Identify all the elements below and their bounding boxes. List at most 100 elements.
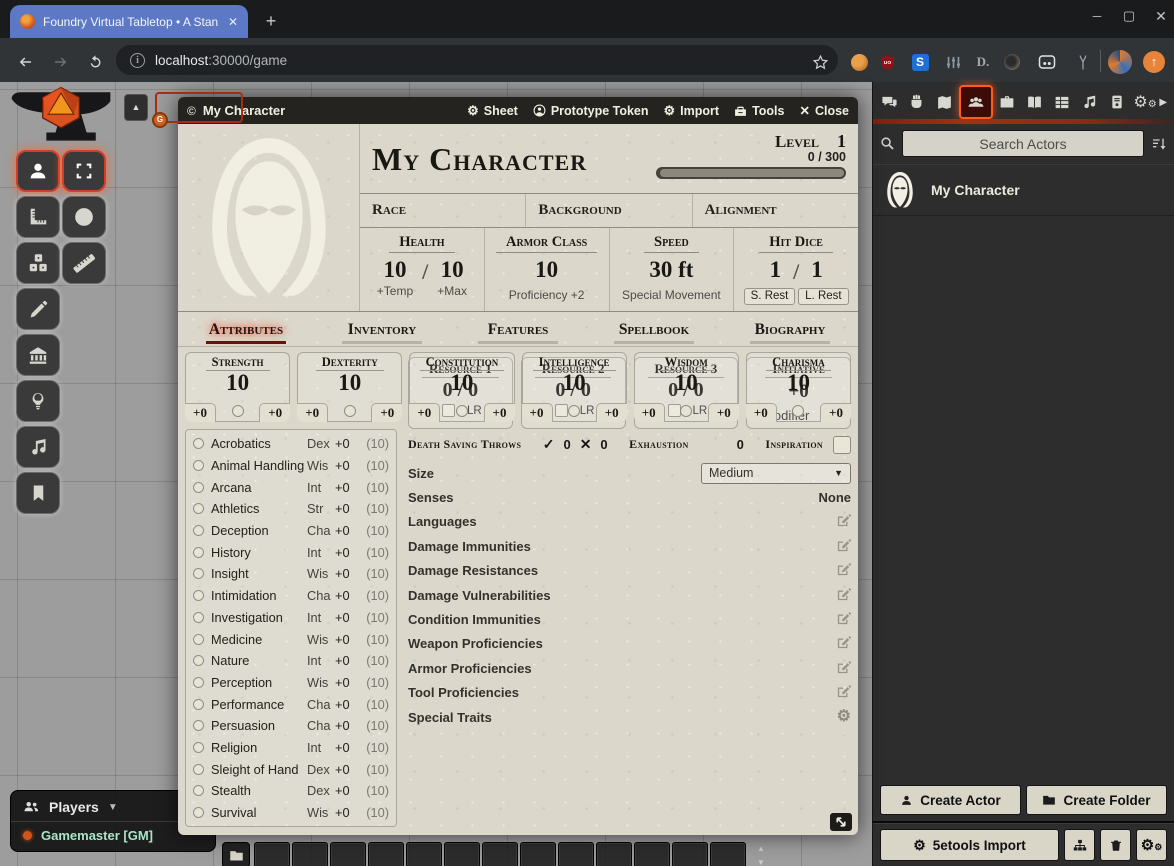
- sliders-extension-icon[interactable]: [941, 50, 965, 74]
- site-info-icon[interactable]: i: [130, 53, 145, 68]
- skill-row[interactable]: Performance Cha +0 (10): [193, 693, 389, 715]
- skill-row[interactable]: Athletics Str +0 (10): [193, 498, 389, 520]
- edit-icon[interactable]: [837, 660, 851, 677]
- macro-slot[interactable]: [634, 842, 670, 866]
- cookie-extension-icon[interactable]: [847, 50, 871, 74]
- tab-inventory[interactable]: Inventory: [314, 321, 450, 346]
- skill-proficiency-radio[interactable]: [193, 634, 204, 645]
- hp-max[interactable]: 10: [437, 257, 467, 283]
- skill-proficiency-radio[interactable]: [193, 590, 204, 601]
- tab-compendium[interactable]: [1104, 86, 1131, 118]
- tab-biography[interactable]: Biography: [722, 321, 858, 346]
- skill-row[interactable]: Acrobatics Dex +0 (10): [193, 433, 389, 455]
- skill-name[interactable]: Religion: [211, 740, 307, 755]
- skill-proficiency-radio[interactable]: [193, 807, 204, 818]
- macro-slot[interactable]: [520, 842, 556, 866]
- ability-score[interactable]: 10: [523, 371, 626, 395]
- skill-proficiency-radio[interactable]: [193, 720, 204, 731]
- armor-class-block[interactable]: Armor Class 10 Proficiency +2: [485, 228, 610, 311]
- d-extension-icon[interactable]: D.: [971, 50, 995, 74]
- select-tool-button[interactable]: [62, 150, 106, 192]
- death-fail-icon[interactable]: ✕: [580, 436, 592, 453]
- hp-current[interactable]: 10: [377, 257, 413, 283]
- save-proficiency-radio[interactable]: [680, 405, 692, 417]
- skill-proficiency-radio[interactable]: [193, 547, 204, 558]
- save-proficiency-radio[interactable]: [792, 405, 804, 417]
- skill-name[interactable]: Stealth: [211, 783, 307, 798]
- back-button[interactable]: [12, 49, 38, 75]
- tiles-controls-button[interactable]: [16, 242, 60, 284]
- ability-save[interactable]: +0: [371, 403, 402, 422]
- macro-folder-button[interactable]: [222, 842, 250, 866]
- update-browser-icon[interactable]: ↑: [1142, 50, 1166, 74]
- skill-proficiency-radio[interactable]: [193, 764, 204, 775]
- long-rest-button[interactable]: L. Rest: [798, 288, 848, 305]
- ability-save[interactable]: +0: [596, 403, 627, 422]
- create-actor-button[interactable]: Create Actor: [880, 785, 1021, 815]
- walls-controls-button[interactable]: [16, 334, 60, 376]
- ability-block[interactable]: Dexterity 10 +0 +0: [297, 352, 402, 422]
- window-maximize-button[interactable]: ▢: [1114, 2, 1144, 30]
- skill-row[interactable]: Insight Wis +0 (10): [193, 563, 389, 585]
- ability-mod[interactable]: +0: [522, 403, 553, 422]
- tab-chat[interactable]: [876, 86, 903, 118]
- skill-row[interactable]: Animal Handling Wis +0 (10): [193, 455, 389, 477]
- skill-name[interactable]: Athletics: [211, 501, 307, 516]
- tab-playlists[interactable]: [1076, 86, 1103, 118]
- macro-slot[interactable]: [596, 842, 632, 866]
- character-portrait[interactable]: [178, 124, 360, 311]
- ability-score[interactable]: 10: [298, 371, 401, 395]
- import-button[interactable]: ⚙Import: [664, 103, 720, 118]
- background-field[interactable]: Background: [526, 194, 692, 227]
- skill-name[interactable]: Performance: [211, 697, 307, 712]
- actor-list-item[interactable]: My Character: [873, 164, 1174, 216]
- skill-name[interactable]: Persuasion: [211, 718, 307, 733]
- measure-controls-button[interactable]: [16, 196, 60, 238]
- tab-attributes[interactable]: Attributes: [178, 321, 314, 346]
- ability-score[interactable]: 10: [747, 371, 850, 395]
- prototype-token-button[interactable]: Prototype Token: [533, 103, 649, 118]
- skill-row[interactable]: Nature Int +0 (10): [193, 650, 389, 672]
- delete-button[interactable]: [1100, 829, 1131, 861]
- ublock-extension-icon[interactable]: UO: [875, 50, 899, 74]
- health-block[interactable]: Health 10+Temp / 10+Max: [360, 228, 485, 311]
- browser-tab[interactable]: Foundry Virtual Tabletop • A Stan ✕: [10, 5, 248, 38]
- tab-close-icon[interactable]: ✕: [228, 15, 238, 29]
- skill-proficiency-radio[interactable]: [193, 482, 204, 493]
- tools-button[interactable]: Tools: [734, 103, 784, 118]
- notes-controls-button[interactable]: [16, 472, 60, 514]
- macro-slot[interactable]: [672, 842, 708, 866]
- skill-name[interactable]: Nature: [211, 653, 307, 668]
- tab-journal[interactable]: [1021, 86, 1048, 118]
- skill-proficiency-radio[interactable]: [193, 742, 204, 753]
- nav-collapse-button[interactable]: ▲: [124, 94, 148, 121]
- ability-save[interactable]: +0: [820, 403, 851, 422]
- reload-button[interactable]: [82, 49, 108, 75]
- skill-row[interactable]: Sleight of Hand Dex +0 (10): [193, 758, 389, 780]
- special-movement-label[interactable]: Special Movement: [610, 288, 734, 302]
- death-success-count[interactable]: 0: [563, 437, 570, 452]
- death-fail-count[interactable]: 0: [600, 437, 607, 452]
- macro-slot[interactable]: [710, 842, 746, 866]
- ability-mod[interactable]: +0: [297, 403, 328, 422]
- fork-extension-icon[interactable]: [1071, 50, 1095, 74]
- ability-save[interactable]: +0: [484, 403, 515, 422]
- skill-name[interactable]: Animal Handling: [211, 458, 307, 473]
- skill-proficiency-radio[interactable]: [193, 612, 204, 623]
- folder-tree-button[interactable]: [1064, 829, 1095, 861]
- edit-icon[interactable]: [837, 611, 851, 628]
- macro-slot[interactable]: [406, 842, 442, 866]
- skill-name[interactable]: Arcana: [211, 480, 307, 495]
- container-extension-icon[interactable]: [1035, 50, 1059, 74]
- skill-row[interactable]: Arcana Int +0 (10): [193, 476, 389, 498]
- skill-name[interactable]: Survival: [211, 805, 307, 820]
- skill-name[interactable]: Intimidation: [211, 588, 307, 603]
- tab-settings[interactable]: ⚙⚙: [1132, 86, 1159, 118]
- macro-slot[interactable]: [292, 842, 328, 866]
- ability-block[interactable]: Intelligence 10 +0 +0: [522, 352, 627, 422]
- speed-value[interactable]: 30 ft: [610, 257, 734, 283]
- skill-proficiency-radio[interactable]: [193, 525, 204, 536]
- macro-slot[interactable]: [254, 842, 290, 866]
- tab-scenes[interactable]: [931, 86, 958, 118]
- macro-slot[interactable]: [558, 842, 594, 866]
